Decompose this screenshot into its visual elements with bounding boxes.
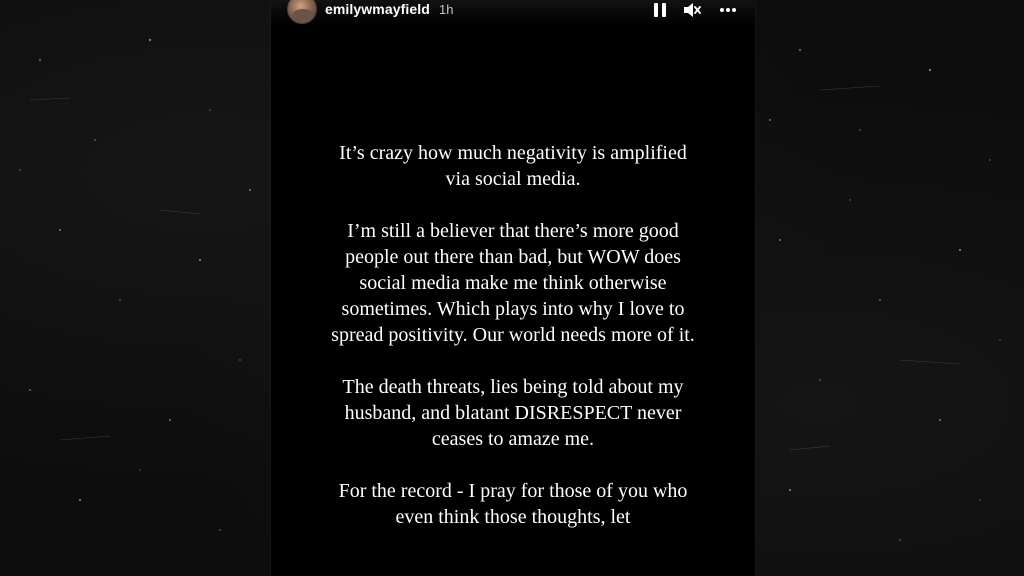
story-text: It’s crazy how much negativity is amplif… xyxy=(271,140,755,556)
pause-icon xyxy=(654,3,666,17)
story-paragraph: The death threats, lies being told about… xyxy=(342,376,684,450)
mute-icon xyxy=(684,3,701,17)
pause-button[interactable] xyxy=(649,0,671,20)
avatar[interactable] xyxy=(287,0,317,24)
story-paragraph: For the record - I pray for those of you… xyxy=(338,480,688,528)
more-options-button[interactable] xyxy=(715,0,741,20)
story-paragraph: It’s crazy how much negativity is amplif… xyxy=(339,142,687,190)
story-viewer[interactable]: emilywmayfield 1h It’s crazy how much ne… xyxy=(271,0,755,576)
story-header: emilywmayfield 1h xyxy=(271,0,755,26)
story-paragraph: I’m still a believer that there’s more g… xyxy=(331,220,695,346)
timestamp: 1h xyxy=(439,2,454,17)
more-icon xyxy=(720,8,736,12)
username[interactable]: emilywmayfield xyxy=(325,1,430,17)
mute-button[interactable] xyxy=(679,0,705,20)
screenshot-stage: emilywmayfield 1h It’s crazy how much ne… xyxy=(0,0,1024,576)
